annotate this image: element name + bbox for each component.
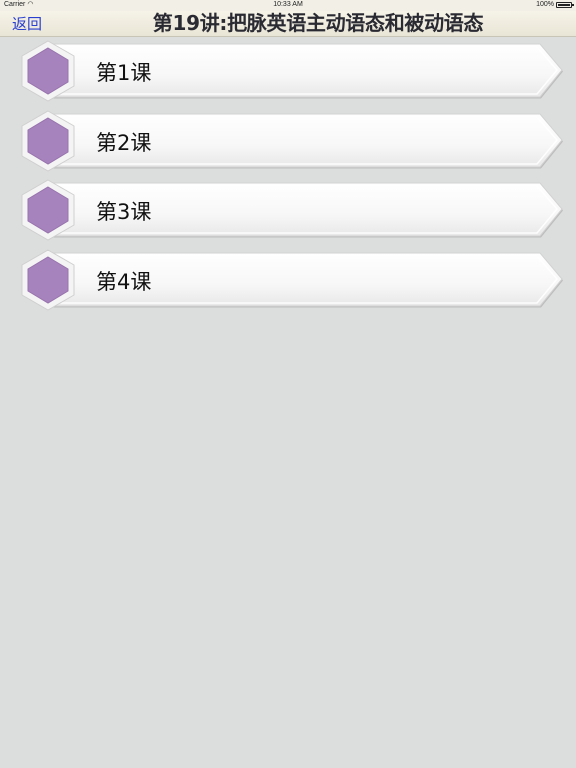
lesson-label: 第1课 [96,61,152,85]
lesson-label: 第3课 [96,200,152,224]
lesson-label: 第2课 [96,130,152,155]
status-bar: Carrier ◠ 10:33 AM 100% [0,0,576,11]
battery-percent: 100% [536,1,554,8]
hexagon-icon [19,248,77,311]
navigation-bar: 返回 第19讲:把脉英语主动语态和被动语态 [0,11,576,37]
page-title: 第19讲:把脉英语主动语态和被动语态 [152,11,484,35]
hexagon-icon [19,179,77,241]
lesson-item[interactable]: 第3课 [0,179,576,241]
back-button[interactable]: 返回 [12,13,42,34]
lesson-list: 第1课 第2课 第3课 第4课 [0,40,576,318]
hexagon-icon [19,40,77,102]
lesson-item[interactable]: 第1课 [0,40,576,102]
status-time: 10:33 AM [273,1,303,8]
lesson-item[interactable]: 第4课 [0,248,576,311]
hexagon-icon [19,109,77,172]
battery-info: 100% [536,1,574,8]
battery-icon [556,1,574,8]
lesson-item[interactable]: 第2课 [0,109,576,172]
lesson-label: 第4课 [96,269,152,294]
